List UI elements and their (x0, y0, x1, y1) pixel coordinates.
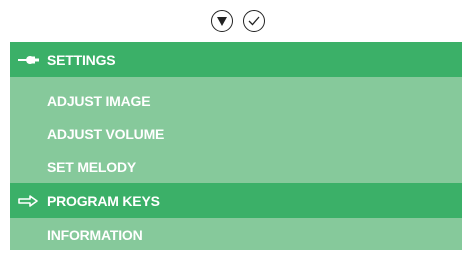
down-circle-icon[interactable] (211, 10, 233, 32)
check-circle-icon[interactable] (243, 10, 265, 32)
menu-item-adjust-volume[interactable]: ADJUST VOLUME (10, 116, 462, 151)
settings-menu-panel: SETTINGS ADJUST IMAGE ADJUST VOLUME SET … (10, 42, 462, 250)
menu-item-program-keys[interactable]: PROGRAM KEYS (10, 183, 462, 218)
wrench-icon (18, 55, 44, 65)
menu-item-label: PROGRAM KEYS (47, 192, 160, 209)
right-arrow-icon (18, 194, 38, 207)
menu-item-label: ADJUST VOLUME (47, 125, 165, 142)
menu-item-label: SET MELODY (47, 158, 137, 175)
top-navigation-bar (0, 0, 472, 42)
menu-item-adjust-image[interactable]: ADJUST IMAGE (10, 83, 462, 118)
menu-item-label: INFORMATION (47, 226, 143, 243)
menu-title: SETTINGS (47, 51, 116, 68)
menu-item-set-melody[interactable]: SET MELODY (10, 149, 462, 184)
menu-item-information[interactable]: INFORMATION (10, 217, 462, 252)
menu-item-label: ADJUST IMAGE (47, 92, 151, 109)
menu-title-bar: SETTINGS (10, 42, 462, 77)
